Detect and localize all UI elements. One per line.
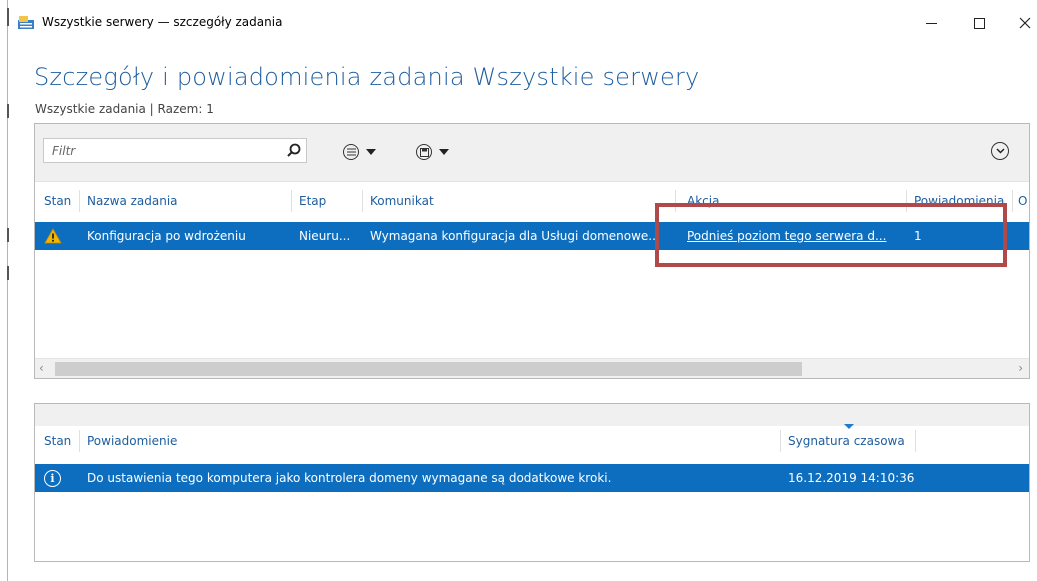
chevron-down-icon [366, 149, 376, 155]
chevron-down-icon [995, 148, 1005, 154]
close-icon [1019, 17, 1031, 29]
server-manager-icon [18, 16, 34, 29]
tasks-toolbar [35, 124, 1029, 182]
sort-descending-icon [844, 424, 854, 429]
edge-mark [7, 104, 9, 118]
notification-timestamp: 16.12.2019 14:10:36 [788, 471, 915, 485]
edge-line [7, 0, 8, 581]
tasks-grid-header: Stan Nazwa zadania Etap Komunikat Akcja … [35, 190, 1029, 214]
task-stage: Nieuru... [299, 229, 351, 243]
column-header-timestamp[interactable]: Sygnatura czasowa [788, 434, 905, 448]
page-title: Szczegóły i powiadomienia zadania Wszyst… [34, 63, 700, 91]
column-separator[interactable] [906, 190, 907, 212]
column-header-action[interactable]: Akcja [687, 194, 719, 208]
search-icon [287, 143, 301, 157]
save-icon [416, 144, 432, 160]
notifications-panel: Stan Powiadomienie Sygnatura czasowa i D… [34, 403, 1030, 562]
scroll-right-icon[interactable]: › [1018, 361, 1023, 375]
close-button[interactable] [1005, 8, 1037, 38]
page-subtitle: Wszystkie zadania | Razem: 1 [35, 102, 214, 116]
maximize-button[interactable] [959, 8, 999, 38]
column-header-task-name[interactable]: Nazwa zadania [87, 194, 178, 208]
notifications-grid-header: Stan Powiadomienie Sygnatura czasowa [35, 424, 1029, 454]
scroll-left-icon[interactable]: ‹ [39, 361, 44, 375]
edge-mark [7, 228, 9, 242]
task-row[interactable]: Konfiguracja po wdrożeniu Nieuru... Wyma… [35, 222, 1029, 250]
column-separator[interactable] [79, 430, 80, 452]
info-icon: i [44, 470, 61, 487]
column-header-notification[interactable]: Powiadomienie [87, 434, 177, 448]
task-notifications-count: 1 [914, 229, 922, 243]
chevron-down-icon [439, 149, 449, 155]
column-separator[interactable] [362, 190, 363, 212]
scrollbar-thumb[interactable] [55, 362, 802, 376]
filter-box[interactable] [43, 138, 307, 163]
warning-icon [44, 228, 62, 244]
tasks-panel: Stan Nazwa zadania Etap Komunikat Akcja … [34, 123, 1030, 379]
column-header-status[interactable]: Stan [44, 194, 71, 208]
filter-input[interactable] [50, 139, 280, 162]
title-bar[interactable]: Wszystkie serwery — szczegóły zadania [10, 0, 1037, 44]
column-separator[interactable] [1012, 190, 1013, 212]
edge-mark [7, 8, 9, 26]
horizontal-scrollbar[interactable]: ‹ › [35, 358, 1029, 378]
minimize-icon [925, 22, 937, 24]
column-separator[interactable] [780, 430, 781, 452]
task-action-link[interactable]: Podnieś poziom tego serwera d... [687, 229, 903, 243]
notification-text: Do ustawienia tego komputera jako kontro… [87, 471, 612, 485]
column-header-message[interactable]: Komunikat [370, 194, 434, 208]
view-options-button[interactable] [343, 142, 376, 162]
column-separator[interactable] [79, 190, 80, 212]
search-button[interactable] [285, 142, 305, 160]
save-query-button[interactable] [416, 142, 449, 162]
notification-row[interactable]: i Do ustawienia tego komputera jako kont… [35, 464, 1029, 492]
column-separator[interactable] [915, 430, 916, 452]
expand-button[interactable] [991, 142, 1009, 160]
task-name: Konfiguracja po wdrożeniu [87, 229, 246, 243]
edge-mark [7, 266, 9, 280]
maximize-icon [973, 17, 985, 29]
task-message: Wymagana konfiguracja dla Usługi domenow… [370, 229, 660, 243]
list-icon [343, 144, 359, 160]
column-header-status[interactable]: Stan [44, 434, 71, 448]
background-window-edge [0, 0, 9, 581]
minimize-button[interactable] [911, 8, 951, 38]
column-header-notifications[interactable]: Powiadomienia [914, 194, 1004, 208]
column-separator[interactable] [291, 190, 292, 212]
column-header-more[interactable]: O [1018, 194, 1027, 208]
window-title: Wszystkie serwery — szczegóły zadania [42, 15, 283, 29]
notifications-toolbar [35, 404, 1029, 426]
column-header-stage[interactable]: Etap [299, 194, 326, 208]
column-separator[interactable] [675, 190, 676, 212]
